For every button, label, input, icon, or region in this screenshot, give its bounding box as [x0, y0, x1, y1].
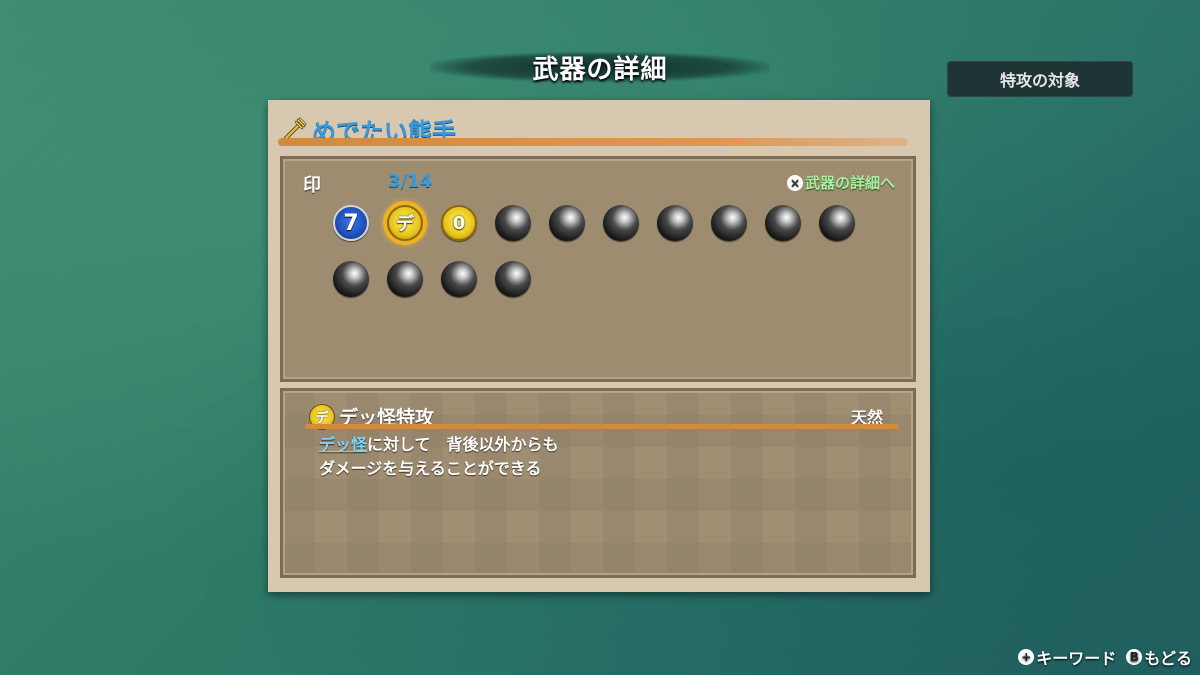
seal-slot-empty[interactable] — [657, 205, 693, 241]
seal-slot-yellow[interactable]: デ — [387, 205, 423, 241]
seal-count: 3/14 — [388, 171, 433, 192]
b-button-icon: B — [1126, 649, 1143, 665]
seal-slot-empty[interactable] — [549, 205, 585, 241]
button-guide: + キーワード B もどる — [1018, 645, 1192, 669]
description-line-1-text: に対して 背後以外からも — [367, 435, 559, 454]
weapon-detail-panel: めでたい熊手 印 3/14 × 武器の詳細へ 7デ0 デ デッ怪特攻 天然 デッ… — [268, 100, 930, 592]
seal-slot-empty[interactable] — [495, 261, 531, 297]
keyword-link[interactable]: デッ怪 — [319, 435, 367, 454]
description-line-1: デッ怪に対して 背後以外からも — [319, 433, 559, 457]
screen-title: 武器の詳細 — [430, 44, 770, 90]
weapon-detail-link-label: 武器の詳細へ — [804, 174, 895, 192]
plus-button-icon: + — [1018, 649, 1035, 665]
skill-underline — [305, 424, 899, 429]
special-attack-target-button[interactable]: 特攻の対象 — [947, 61, 1133, 97]
seal-slot-empty[interactable] — [495, 205, 531, 241]
seal-slot-empty[interactable] — [441, 261, 477, 297]
seal-slot-empty[interactable] — [765, 205, 801, 241]
seal-slot-empty[interactable] — [333, 261, 369, 297]
description-line-2: ダメージを与えることができる — [319, 459, 542, 478]
seal-slot-empty[interactable] — [603, 205, 639, 241]
back-prompt[interactable]: もどる — [1144, 645, 1192, 669]
seal-slot-blue[interactable]: 7 — [333, 205, 369, 241]
seal-section: 印 3/14 × 武器の詳細へ 7デ0 — [280, 156, 916, 382]
keyword-prompt[interactable]: キーワード — [1036, 645, 1116, 669]
skill-detail-section: デ デッ怪特攻 天然 デッ怪に対して 背後以外からも ダメージを与えることができ… — [280, 388, 916, 578]
name-underline — [278, 138, 908, 146]
seal-slot-yellow[interactable]: 0 — [441, 205, 477, 241]
skill-description: デッ怪に対して 背後以外からも ダメージを与えることができる — [319, 433, 559, 481]
cross-button-icon: × — [786, 174, 803, 191]
seal-label: 印 — [303, 175, 321, 196]
weapon-detail-link[interactable]: × 武器の詳細へ — [786, 172, 895, 193]
page-title: 武器の詳細 — [532, 54, 668, 85]
seal-slot-empty[interactable] — [711, 205, 747, 241]
seal-slot-empty[interactable] — [819, 205, 855, 241]
seal-slot-empty[interactable] — [387, 261, 423, 297]
